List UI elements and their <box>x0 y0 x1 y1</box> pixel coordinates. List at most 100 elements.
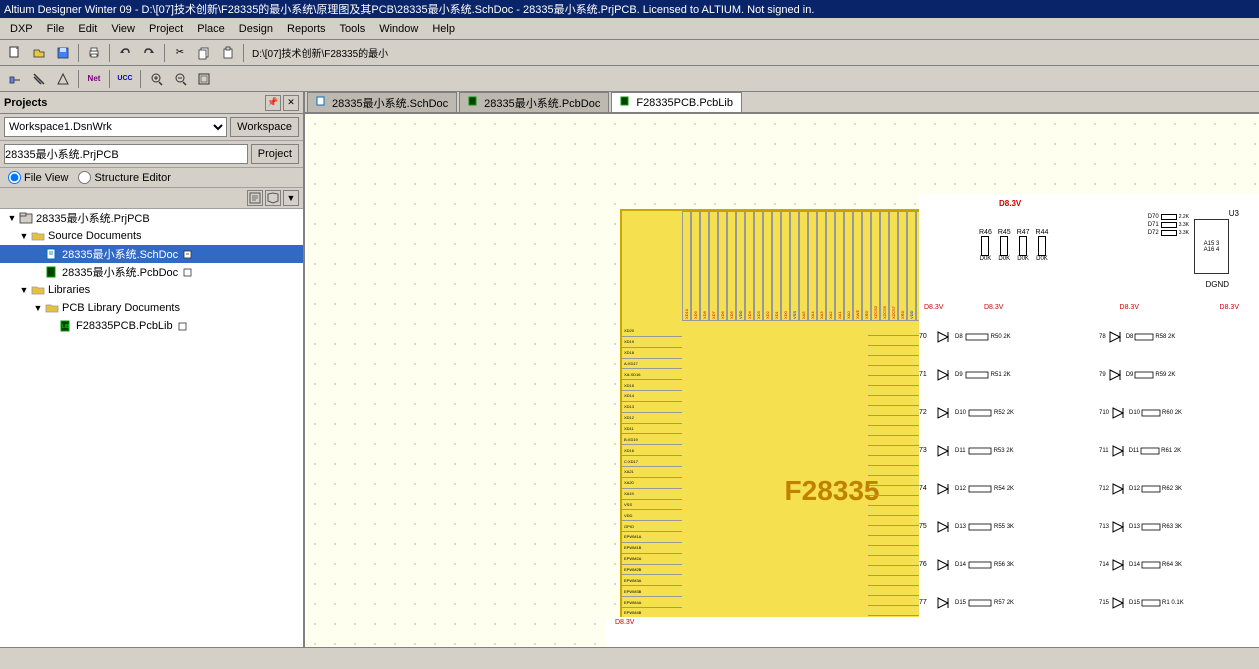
d75-comp: D13 <box>955 524 966 530</box>
d74-rval: R54 2K <box>994 486 1014 492</box>
lpin-xd15: XD15 <box>622 380 682 391</box>
tree-expand-root[interactable]: ▼ <box>6 212 18 224</box>
pin-3-label: XD8 <box>700 211 709 321</box>
view-icon-dropdown[interactable]: ▼ <box>283 190 299 206</box>
tree-source-docs-item[interactable]: ▼ Source Documents <box>0 227 303 245</box>
toolbar-btn-redo[interactable] <box>138 42 160 64</box>
structure-editor-label[interactable]: Structure Editor <box>78 171 170 184</box>
tree-root-item[interactable]: ▼ 28335最小系统.PrjPCB <box>0 209 303 227</box>
power-left-1: D8.3V <box>924 304 943 311</box>
lpin-epwm4a: EPWM4A <box>622 597 682 608</box>
left-pins-area: XD20 XD19 XD18 A:XD17 XA:XD16 XD15 XD14 … <box>622 326 682 647</box>
menu-design[interactable]: Design <box>233 21 279 37</box>
tb2-btn-fit[interactable] <box>193 68 215 90</box>
dgnd-label: DGND <box>1205 280 1229 289</box>
menu-window[interactable]: Window <box>373 21 424 37</box>
tb2-btn-zoom-in[interactable] <box>145 68 167 90</box>
menu-edit[interactable]: Edit <box>72 21 103 37</box>
r-label-3: D72 <box>1148 230 1159 236</box>
lpin-epwm3a: EPWM3A <box>622 575 682 586</box>
view-icon-btn-2[interactable] <box>265 190 281 206</box>
tb2-net[interactable]: Net <box>83 68 105 90</box>
menu-dxp[interactable]: DXP <box>4 21 39 37</box>
rd7-comp: D14 <box>1129 562 1140 568</box>
file-view-radio[interactable] <box>8 171 21 184</box>
toolbar-btn-print[interactable] <box>83 42 105 64</box>
tree-expand-libs[interactable]: ▼ <box>18 284 30 296</box>
menu-view[interactable]: View <box>105 21 141 37</box>
d75-rval: R55 3K <box>994 524 1014 530</box>
rd6-sym <box>1110 518 1128 536</box>
tb2-btn-3[interactable] <box>52 68 74 90</box>
tree-expand-source[interactable]: ▼ <box>18 230 30 242</box>
toolbar-btn-undo[interactable] <box>114 42 136 64</box>
view-icon-btn-1[interactable] <box>247 190 263 206</box>
pin-26-label: VDD <box>907 211 916 321</box>
toolbar-btn-save[interactable] <box>52 42 74 64</box>
toolbar-btn-open[interactable] <box>28 42 50 64</box>
project-name-input[interactable] <box>4 144 248 164</box>
pin-20-label: XWE <box>853 211 862 321</box>
tab-schdoc[interactable]: 28335最小系统.SchDoc <box>307 92 457 112</box>
tb2-btn-zoom-out[interactable] <box>169 68 191 90</box>
tree-expand-pcblib[interactable]: ▼ <box>32 302 44 314</box>
tree-area[interactable]: ▼ 28335最小系统.PrjPCB ▼ Source Documents <box>0 209 303 647</box>
menu-tools[interactable]: Tools <box>334 21 372 37</box>
toolbar-btn-paste[interactable] <box>217 42 239 64</box>
tree-libraries-item[interactable]: ▼ Libraries <box>0 281 303 299</box>
right-diode-col: 78 D8 R58 2K 79 D9 R59 2K <box>1099 319 1259 623</box>
file-view-label[interactable]: File View <box>8 171 68 184</box>
tree-pcbdoc-icon2 <box>182 266 194 278</box>
tree-schdoc-item[interactable]: 28335最小系统.SchDoc <box>0 245 303 263</box>
rd4-rval: R61 2K <box>1161 448 1181 454</box>
tab-schdoc-label: 28335最小系统.SchDoc <box>332 95 448 111</box>
rd7-num: 714 <box>1099 562 1109 568</box>
lpin-xd16: XD16 <box>622 445 682 456</box>
canvas-area[interactable]: XD10 XD9 XD8 XD7 XD6 <box>305 114 1259 647</box>
rd-row-4: 711 D11 R61 2K <box>1099 433 1259 468</box>
workspace-button[interactable]: Workspace <box>230 117 299 137</box>
toolbar-btn-cut[interactable]: ✂ <box>169 42 191 64</box>
d70-resistor <box>965 332 989 342</box>
rd3-comp: D10 <box>1129 410 1140 416</box>
tb2-btn-2[interactable] <box>28 68 50 90</box>
tb2-sep-3 <box>140 70 141 88</box>
workspace-select[interactable]: Workspace1.DsnWrk <box>4 117 227 137</box>
pin-col-15: XA4 <box>808 211 817 326</box>
right-schematic-area: D8.3V R46 D0K R45 D0K <box>919 194 1259 647</box>
toolbar-sep-2 <box>109 44 110 62</box>
rd3-sym <box>1110 404 1128 422</box>
panel-icon-pin[interactable]: 📌 <box>265 95 281 111</box>
rd2-rval: R59 2K <box>1155 372 1175 378</box>
tb2-ucc[interactable]: UCC <box>114 68 136 90</box>
menu-place[interactable]: Place <box>191 21 231 37</box>
toolbar-btn-copy[interactable] <box>193 42 215 64</box>
tab-pcbdoc[interactable]: 28335最小系统.PcbDoc <box>459 92 609 112</box>
menu-file[interactable]: File <box>41 21 71 37</box>
menu-project[interactable]: Project <box>143 21 189 37</box>
toolbar-btn-new[interactable] <box>4 42 26 64</box>
structure-editor-radio[interactable] <box>78 171 91 184</box>
title-text: Altium Designer Winter 09 - D:\[07]技术创新\… <box>4 1 814 17</box>
project-button[interactable]: Project <box>251 144 299 164</box>
panel-icon-close[interactable]: ✕ <box>283 95 299 111</box>
tb2-btn-1[interactable] <box>4 68 26 90</box>
pin-col-12: XD0 <box>781 211 790 326</box>
d73-rval: R53 2K <box>994 448 1014 454</box>
tab-pcblib[interactable]: F28335PCB.PcbLib <box>611 92 742 112</box>
tree-pcblib-docs-item[interactable]: ▼ PCB Library Documents <box>0 299 303 317</box>
tree-pcbdoc-text: 28335最小系统.PcbDoc <box>62 264 178 280</box>
rd1-rval: R58 2K <box>1155 334 1175 340</box>
pin-col-16: XA3 <box>817 211 826 326</box>
tree-pcblib-text: F28335PCB.PcbLib <box>76 320 173 332</box>
tree-pcbdoc-item[interactable]: 28335最小系统.PcbDoc <box>0 263 303 281</box>
bottom-power-label: D8.3V <box>615 619 634 626</box>
tree-pcblib-item[interactable]: LIB F28335PCB.PcbLib <box>0 317 303 335</box>
r47-body <box>1019 236 1027 256</box>
rd5-comp: D12 <box>1129 486 1140 492</box>
menu-reports[interactable]: Reports <box>281 21 332 37</box>
lpin-a-xd17: A:XD17 <box>622 359 682 370</box>
lpin-xd13: XD13 <box>622 402 682 413</box>
pin-23-label: XZCS6 <box>880 211 889 321</box>
menu-help[interactable]: Help <box>426 21 461 37</box>
